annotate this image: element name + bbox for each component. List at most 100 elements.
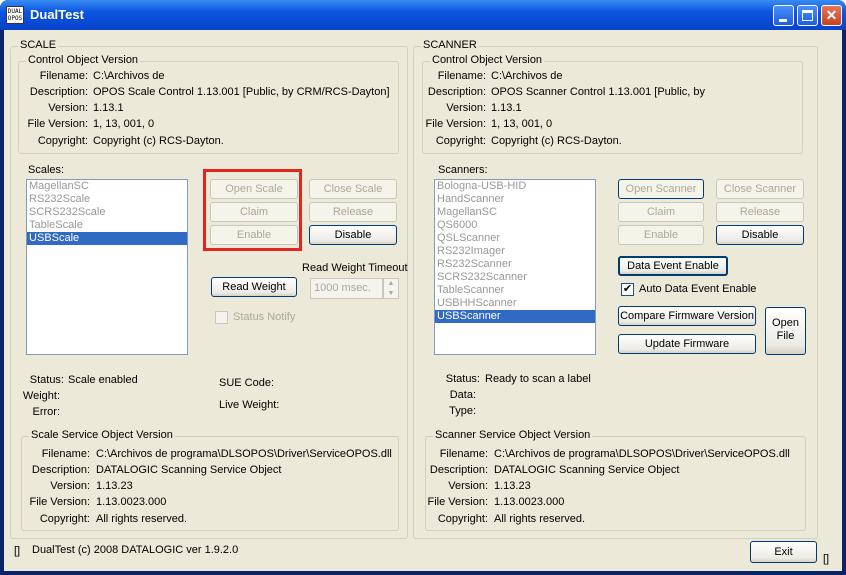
list-item-selected[interactable]: USBScanner [435,310,595,323]
scanner-so-copyright-value: All rights reserved. [494,513,586,525]
scale-service-group-title: Scale Service Object Version [29,429,175,441]
scanner-version-label: Version: [446,102,486,114]
scanner-so-filename-label: Filename: [439,448,488,460]
scanner-so-filename-value: C:\Archivos de programa\DLSOPOS\Driver\S… [494,448,790,460]
list-item[interactable]: MagellanSC [27,180,187,193]
minimize-button[interactable] [773,5,794,26]
scale-release-button[interactable]: Release [309,202,397,222]
title-bar[interactable]: DUAL OPOS DualTest ✕ [0,0,846,30]
scanner-type-label: Type: [449,405,476,417]
data-event-enable-button[interactable]: Data Event Enable [618,256,728,276]
footer-left-mark: [] [14,545,21,557]
scale-group-title: SCALE [18,39,59,51]
list-item[interactable]: SCRS232Scale [27,206,187,219]
app-icon: DUAL OPOS [6,6,24,24]
scale-so-version-label: Version: [50,480,90,492]
scanner-service-group-title: Scanner Service Object Version [433,429,593,441]
update-firmware-button[interactable]: Update Firmware [618,334,756,354]
scanner-release-button[interactable]: Release [716,202,804,222]
scale-disable-button[interactable]: Disable [309,225,397,245]
scale-copyright-label: Copyright: [37,135,88,147]
scale-description-value: OPOS Scale Control 1.13.001 [Public, by … [93,86,390,98]
list-item[interactable]: MagellanSC [435,206,595,219]
scanner-data-label: Data: [449,389,476,401]
scanner-description-label: Description: [427,86,486,98]
scanner-status-label: Status: [445,373,480,385]
list-item[interactable]: QSLScanner [435,232,595,245]
scale-so-filename-value: C:\Archivos de programa\DLSOPOS\Driver\S… [96,448,392,460]
scanner-so-copyright-label: Copyright: [437,513,488,525]
timeout-spinner[interactable]: ▲ ▼ [383,278,399,299]
open-scanner-button[interactable]: Open Scanner [618,179,704,199]
scanner-filename-label: Filename: [437,70,486,82]
scanner-so-file-version-label: File Version: [427,496,488,508]
close-scanner-button[interactable]: Close Scanner [716,179,804,199]
footer-right-mark: [] [823,553,830,565]
close-scale-button[interactable]: Close Scale [309,179,397,199]
open-file-button[interactable]: Open File [765,307,806,355]
scanner-disable-button[interactable]: Disable [716,225,804,245]
scanner-copyright-value: Copyright (c) RCS-Dayton. [491,135,622,147]
scale-control-group-title: Control Object Version [26,54,141,66]
footer-copyright-text: DualTest (c) 2008 DATALOGIC ver 1.9.2.0 [32,544,239,556]
scale-filename-value: C:\Archivos de [93,70,165,82]
exit-button[interactable]: Exit [750,541,817,563]
read-weight-timeout-input[interactable]: 1000 msec. [310,278,383,299]
highlight-box [203,169,302,251]
scanner-so-description-label: Description: [429,464,488,476]
scanner-claim-button[interactable]: Claim [618,202,704,222]
list-item[interactable]: USBHHScanner [435,297,595,310]
scale-file-version-value: 1, 13, 001, 0 [93,118,155,130]
list-item[interactable]: Bologna-USB-HID [435,180,595,193]
spin-down-icon[interactable]: ▼ [384,289,398,298]
maximize-button[interactable] [797,5,818,26]
scale-so-filename-label: Filename: [41,448,90,460]
scale-version-label: Version: [48,102,88,114]
close-window-button[interactable]: ✕ [821,5,842,26]
scanner-description-value: OPOS Scanner Control 1.13.001 [Public, b… [491,86,706,98]
scale-filename-label: Filename: [39,70,88,82]
scale-file-version-label: File Version: [27,118,88,130]
window-title: DualTest [30,7,84,22]
scales-list-label: Scales: [28,164,65,176]
list-item[interactable]: RS232Scale [27,193,187,206]
compare-firmware-button[interactable]: Compare Firmware Version [618,306,756,326]
list-item[interactable]: TableScale [27,219,187,232]
client-area: SCALE Control Object Version Filename: C… [4,30,842,571]
list-item[interactable]: TableScanner [435,284,595,297]
scales-list[interactable]: MagellanSC RS232Scale SCRS232Scale Table… [26,179,188,355]
list-item[interactable]: QS6000 [435,219,595,232]
scanner-so-file-version-value: 1.13.0023.000 [494,496,565,508]
status-notify-checkbox[interactable] [215,311,228,324]
scanner-so-description-value: DATALOGIC Scanning Service Object [494,464,680,476]
scanner-so-version-value: 1.13.23 [494,480,531,492]
scanner-enable-button[interactable]: Enable [618,225,704,245]
scale-so-copyright-label: Copyright: [39,513,90,525]
scanner-control-group-title: Control Object Version [430,54,545,66]
scanner-copyright-label: Copyright: [435,135,486,147]
scanner-filename-value: C:\Archivos de [491,70,563,82]
spin-up-icon[interactable]: ▲ [384,279,398,289]
list-item[interactable]: HandScanner [435,193,595,206]
live-weight-label: Live Weight: [219,399,280,411]
scale-so-description-value: DATALOGIC Scanning Service Object [96,464,282,476]
list-item[interactable]: SCRS232Scanner [435,271,595,284]
scale-error-label: Error: [32,406,61,418]
list-item-selected[interactable]: USBScale [27,232,187,245]
scanner-so-version-label: Version: [448,480,488,492]
status-notify-label: Status Notify [233,311,296,323]
scanners-list-label: Scanners: [438,164,488,176]
auto-data-event-checkbox[interactable]: ✔ [621,283,634,296]
list-item[interactable]: RS232Scanner [435,258,595,271]
scanners-list[interactable]: Bologna-USB-HID HandScanner MagellanSC Q… [434,179,596,355]
list-item[interactable]: RS232Imager [435,245,595,258]
scale-description-label: Description: [29,86,88,98]
scale-status-value: Scale enabled [68,374,138,386]
minimize-icon [779,19,787,22]
scale-version-value: 1.13.1 [93,102,124,114]
scale-so-copyright-value: All rights reserved. [96,513,188,525]
scanner-file-version-label: File Version: [425,118,486,130]
read-weight-button[interactable]: Read Weight [211,277,297,297]
sue-code-label: SUE Code: [219,377,275,389]
scale-so-file-version-label: File Version: [29,496,90,508]
